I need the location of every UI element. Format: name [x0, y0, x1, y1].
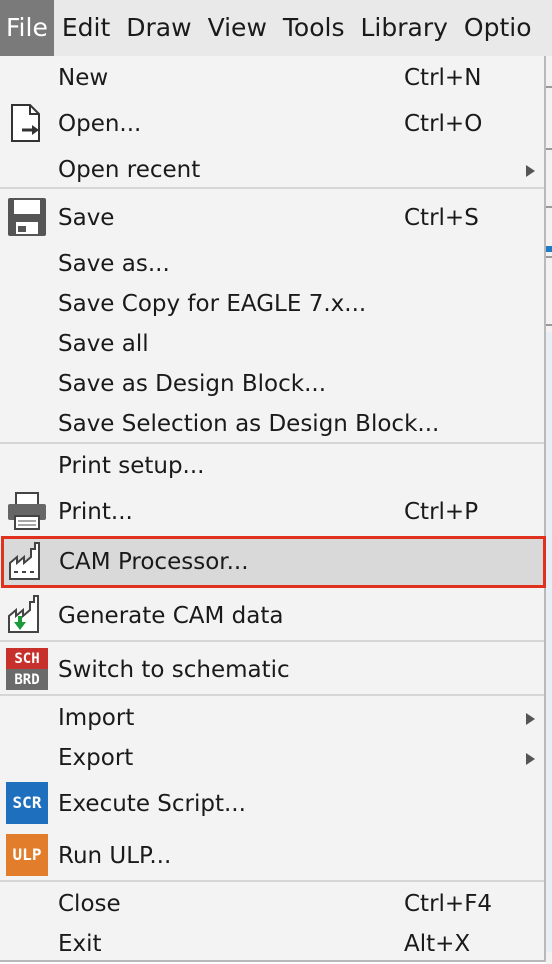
menu-item-label: Open recent — [58, 157, 201, 183]
menu-item-label: Save Selection as Design Block... — [58, 411, 440, 437]
menu-item-label: Close — [58, 891, 121, 917]
background-app-edge — [546, 56, 552, 964]
menu-item-label: Save all — [58, 331, 149, 357]
menu-item-shortcut: Ctrl+S — [404, 205, 479, 231]
menu-item-label: New — [58, 65, 109, 91]
menu-item-label: Exit — [58, 931, 102, 957]
menu-item-label: Save as Design Block... — [58, 371, 327, 397]
menu-draw[interactable]: Draw — [118, 0, 199, 56]
ulp-icon: ULP — [6, 834, 48, 876]
submenu-arrow-icon — [526, 713, 535, 725]
submenu-arrow-icon — [526, 165, 535, 177]
menu-separator — [0, 442, 544, 444]
menu-item-label: Print setup... — [58, 453, 205, 479]
printer-icon — [6, 490, 48, 532]
menu-item-cam-processor[interactable]: CAM Processor... — [1, 536, 546, 588]
scr-icon: SCR — [6, 782, 48, 824]
menu-item-label: Open... — [58, 111, 142, 137]
menu-item-label: Import — [58, 705, 135, 731]
menu-view[interactable]: View — [200, 0, 275, 56]
menu-edit[interactable]: Edit — [54, 0, 118, 56]
menu-item-shortcut: Ctrl+O — [404, 111, 483, 137]
menu-separator — [0, 880, 544, 882]
menu-tools[interactable]: Tools — [275, 0, 353, 56]
menu-item-label: Execute Script... — [58, 791, 246, 817]
menu-item-shortcut: Ctrl+N — [404, 65, 482, 91]
brd-badge: BRD — [6, 669, 48, 690]
menu-item-label: Export — [58, 745, 134, 771]
scr-badge: SCR — [6, 782, 48, 824]
submenu-arrow-icon — [526, 753, 535, 765]
file-menu-dropdown: New Ctrl+N Open... Ctrl+O Open recent Sa… — [0, 56, 546, 962]
menu-item-label: Print... — [58, 499, 133, 525]
menu-item-label: Run ULP... — [58, 843, 172, 869]
menu-bar: File Edit Draw View Tools Library Optio — [0, 0, 552, 56]
menu-library[interactable]: Library — [352, 0, 455, 56]
menu-item-shortcut: Ctrl+P — [404, 499, 479, 525]
floppy-disk-icon — [6, 196, 48, 238]
menu-item-label: Save — [58, 205, 115, 231]
menu-item-shortcut: Alt+X — [404, 931, 471, 957]
menu-item-label: CAM Processor... — [59, 549, 249, 575]
menu-item-label: Save Copy for EAGLE 7.x... — [58, 291, 367, 317]
menu-item-shortcut: Ctrl+F4 — [404, 891, 493, 917]
menu-options[interactable]: Optio — [456, 0, 540, 56]
factory-icon — [7, 541, 49, 583]
menu-separator — [0, 187, 544, 189]
factory-download-icon — [6, 594, 48, 636]
sch-brd-icon: SCH BRD — [6, 648, 48, 690]
menu-item-label: Switch to schematic — [58, 657, 290, 683]
menu-separator — [0, 694, 544, 696]
menu-item-label: Generate CAM data — [58, 603, 284, 629]
menu-item-label: Save as... — [58, 251, 170, 277]
open-file-icon — [6, 102, 48, 144]
menu-separator — [0, 640, 544, 642]
menu-file[interactable]: File — [0, 0, 54, 56]
ulp-badge: ULP — [6, 834, 48, 876]
